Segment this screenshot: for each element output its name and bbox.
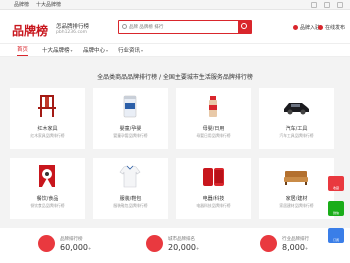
category-name: 服装/鞋包: [119, 196, 142, 202]
sofa-icon: [281, 163, 311, 189]
stat-number: 20,000: [168, 243, 196, 252]
site-header: 品牌榜 怎品牌排行榜 pbh1236.com 品牌入驻 在线发布: [0, 10, 350, 43]
main-nav: 首页 十大品牌榜▾ 品牌中心▾ 行业资讯▾: [0, 43, 350, 57]
float-caption: 收藏: [332, 186, 339, 190]
category-sub: 服装鞋包品牌排行榜: [113, 203, 148, 208]
site-url: pbh1236.com: [56, 30, 88, 35]
category-card-furniture[interactable]: 红木家具 红木家具品牌排行榜: [10, 88, 85, 149]
chevron-down-icon: ▾: [141, 48, 144, 53]
nav-brand-center-label: 品牌中心: [83, 48, 106, 54]
float-caption: 微信: [332, 211, 339, 215]
top-link-top10[interactable]: 十大品牌榜: [36, 1, 61, 9]
category-card-daily[interactable]: 母婴/日用 母婴日用品牌排行榜: [176, 88, 251, 149]
stat-unit: +: [88, 246, 92, 251]
stat-value: 20,000+: [168, 243, 199, 252]
formula-can-icon: [115, 93, 145, 119]
category-name: 家居/建材: [285, 196, 308, 202]
brand-join-label: 品牌入驻: [300, 25, 321, 31]
new-badge-icon: [260, 235, 277, 252]
search-icon: [241, 23, 247, 29]
publish-link[interactable]: 在线发布: [318, 24, 345, 31]
category-sub: 家居建材品牌排行榜: [279, 203, 314, 208]
top-bar: 品牌榜 十大品牌榜: [0, 0, 350, 10]
category-sub: 婴童孕婴品牌排行榜: [113, 133, 148, 138]
kfc-logo-icon: [32, 163, 62, 189]
china-map-icon: [146, 235, 163, 252]
stat-label: 行业品牌排行: [282, 237, 309, 242]
chair-icon: [32, 93, 62, 119]
category-name: 婴童/孕婴: [119, 126, 142, 132]
search-box: [118, 20, 252, 34]
category-card-apparel[interactable]: 服装/鞋包 服装鞋包品牌排行榜: [93, 158, 168, 219]
category-name: 母婴/日用: [202, 126, 225, 132]
message-icon[interactable]: [324, 2, 330, 8]
stat-value: 8,000+: [282, 243, 308, 252]
category-card-food[interactable]: 餐饮/食品 餐饮食品品牌排行榜: [10, 158, 85, 219]
nav-top10-label: 十大品牌榜: [42, 48, 70, 54]
chevron-down-icon: ▾: [106, 48, 109, 53]
nav-home[interactable]: 首页: [17, 46, 29, 56]
site-logo[interactable]: 品牌榜: [12, 22, 48, 39]
publish-icon: [318, 25, 323, 30]
category-name: 电器/科技: [202, 196, 225, 202]
category-name: 汽车/工具: [285, 126, 308, 132]
nav-news-label: 行业资讯: [118, 48, 141, 54]
stat-unit: +: [196, 246, 200, 251]
brand-join-link[interactable]: 品牌入驻: [293, 24, 320, 31]
smartphone-icon: [198, 163, 228, 189]
stat-label: 城市品牌排名: [168, 237, 195, 242]
category-sub: 汽车工具品牌排行榜: [279, 133, 314, 138]
category-card-baby[interactable]: 婴童/孕婴 婴童孕婴品牌排行榜: [93, 88, 168, 149]
stat-value: 60,000+: [60, 243, 91, 252]
category-sub: 电器科技品牌排行榜: [196, 203, 231, 208]
category-name: 红木家具: [37, 126, 58, 132]
stat-number: 8,000: [282, 243, 305, 252]
menu-icon[interactable]: [337, 2, 343, 8]
wechat-float-icon[interactable]: 微信: [328, 201, 344, 216]
nav-news[interactable]: 行业资讯▾: [118, 46, 143, 56]
site-slogan: 怎品牌排行榜: [56, 24, 90, 30]
search-input[interactable]: [129, 22, 225, 32]
chevron-down-icon: ▾: [70, 48, 73, 53]
join-icon: [293, 25, 298, 30]
stats-strip: 品牌排行榜 60,000+ 城市品牌排名 20,000+ 行业品牌排行 8,00…: [0, 228, 350, 263]
section-title: 全品类商品品牌排行榜 / 全国主要城市生活服务品牌排行榜: [97, 74, 253, 81]
category-name: 餐饮/食品: [36, 196, 59, 202]
search-button[interactable]: [238, 21, 251, 33]
car-icon: [281, 93, 311, 119]
stat-unit: +: [304, 246, 309, 251]
category-card-home[interactable]: 家居/建材 家居建材品牌排行榜: [259, 158, 334, 219]
nav-brand-center[interactable]: 品牌中心▾: [83, 46, 108, 56]
stat-number: 60,000: [60, 243, 88, 252]
category-card-electronics[interactable]: 电器/科技 电器科技品牌排行榜: [176, 158, 251, 219]
nav-top10[interactable]: 十大品牌榜▾: [42, 46, 73, 56]
category-card-auto[interactable]: 汽车/工具 汽车工具品牌排行榜: [259, 88, 334, 149]
phone-icon[interactable]: [311, 2, 317, 8]
polo-shirt-icon: [115, 163, 145, 189]
notify-float-icon[interactable]: 订阅: [328, 228, 344, 243]
category-sub: 餐饮食品品牌排行榜: [30, 203, 65, 208]
stat-label: 品牌排行榜: [60, 237, 83, 242]
bottle-icon: [198, 93, 228, 119]
search-icon: [122, 24, 127, 29]
favorite-float-icon[interactable]: 收藏: [328, 176, 344, 191]
category-sub: 红木家具品牌排行榜: [30, 133, 65, 138]
category-sub: 母婴日用品牌排行榜: [196, 133, 231, 138]
ranking-icon: [38, 235, 55, 252]
float-caption: 订阅: [332, 238, 339, 242]
top-link-brand[interactable]: 品牌榜: [14, 1, 29, 9]
publish-label: 在线发布: [325, 25, 346, 31]
